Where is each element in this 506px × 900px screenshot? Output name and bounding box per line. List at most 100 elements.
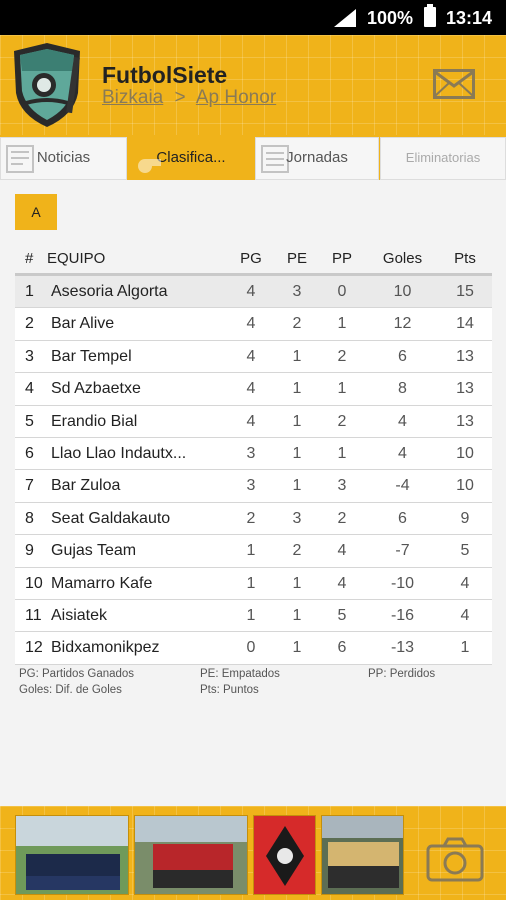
table-row[interactable]: 11 Aisiatek 1 1 5 -16 4 — [15, 599, 492, 633]
team-pp: 5 — [337, 606, 347, 624]
app-header: FutbolSiete Bizkaia > Ap Honor — [0, 35, 506, 135]
breadcrumb-region[interactable]: Bizkaia — [102, 87, 163, 108]
table-row[interactable]: 6 Llao Llao Indautx... 3 1 1 4 10 — [15, 437, 492, 471]
team-pos: 7 — [25, 477, 34, 495]
team-goles: 10 — [393, 283, 412, 300]
team-goles: 6 — [398, 347, 407, 365]
tab-jornadas-label: Jornadas — [286, 149, 348, 166]
breadcrumb-league[interactable]: Ap Honor — [196, 87, 276, 108]
team-pos: 5 — [25, 412, 34, 430]
team-pp: 2 — [337, 412, 347, 430]
table-row[interactable]: 12 Bidxamonikpez 0 1 6 -13 1 — [15, 632, 492, 665]
team-pe: 2 — [292, 542, 302, 560]
team-logo-photo[interactable] — [253, 815, 316, 895]
team-pts: 4 — [460, 606, 470, 624]
team-pe: 2 — [292, 315, 302, 333]
group-a-button[interactable]: A — [15, 194, 57, 230]
team-name: Aisiatek — [51, 606, 108, 624]
team-pg: 1 — [246, 606, 256, 624]
team-name: Sd Azbaetxe — [51, 380, 141, 398]
team-goles: 8 — [398, 380, 407, 398]
team-pe: 1 — [292, 639, 302, 657]
team-pts: 13 — [456, 347, 474, 365]
tab-clasificacion[interactable]: Clasifica... — [128, 137, 254, 180]
team-pg: 4 — [246, 315, 256, 333]
team-pts: 4 — [460, 574, 470, 592]
team-goles: 6 — [398, 509, 407, 527]
team-pg: 4 — [246, 412, 256, 430]
team-pg: 1 — [246, 542, 256, 560]
team-goles: -10 — [390, 574, 415, 592]
team-pg: 0 — [246, 639, 256, 657]
team-goles: 4 — [398, 412, 407, 430]
table-row[interactable]: 7 Bar Zuloa 3 1 3 -4 10 — [15, 470, 492, 503]
table-row[interactable]: 8 Seat Galdakauto 2 3 2 6 9 — [15, 502, 492, 536]
table-row[interactable]: 5 Erandio Bial 4 1 2 4 13 — [15, 405, 492, 438]
tab-eliminatorias[interactable]: Eliminatorias — [380, 137, 506, 180]
table-header: # EQUIPO PG PE PP Goles Pts — [15, 243, 492, 276]
team-pp: 3 — [337, 477, 347, 495]
header-goles: Goles — [382, 250, 423, 267]
team-photo-3[interactable] — [321, 815, 404, 895]
team-pg: 2 — [246, 509, 256, 527]
team-name: Seat Galdakauto — [51, 509, 171, 527]
team-pts: 9 — [460, 509, 470, 527]
team-pe: 1 — [292, 412, 302, 430]
tab-noticias[interactable]: Noticias — [0, 137, 127, 180]
table-row[interactable]: 4 Sd Azbaetxe 4 1 1 8 13 — [15, 373, 492, 406]
envelope-icon[interactable] — [433, 69, 475, 99]
team-pp: 1 — [337, 380, 347, 398]
team-goles: 4 — [398, 444, 407, 462]
team-pp: 1 — [337, 444, 347, 462]
team-goles: -13 — [390, 639, 415, 657]
team-name: Bar Zuloa — [51, 477, 121, 495]
team-goles: -4 — [395, 477, 410, 495]
tab-jornadas[interactable]: Jornadas — [255, 137, 379, 180]
table-row[interactable]: 2 Bar Alive 4 2 1 12 14 — [15, 308, 492, 341]
team-pts: 13 — [456, 380, 474, 398]
team-goles: -7 — [395, 542, 410, 560]
team-name: Bar Tempel — [51, 347, 132, 365]
team-pe: 1 — [292, 477, 302, 495]
team-pe: 1 — [292, 380, 302, 398]
team-pe: 1 — [292, 606, 302, 624]
team-pts: 10 — [456, 477, 474, 495]
team-pos: 12 — [25, 639, 43, 657]
team-pos: 4 — [25, 380, 34, 398]
table-row[interactable]: 10 Mamarro Kafe 1 1 4 -10 4 — [15, 567, 492, 600]
whistle-icon — [138, 159, 161, 173]
team-photo-2[interactable] — [134, 815, 248, 895]
team-name: Bar Alive — [51, 315, 115, 333]
list-icon — [261, 145, 289, 173]
team-name: Mamarro Kafe — [51, 574, 153, 592]
team-pp: 0 — [337, 283, 347, 300]
team-name: Asesoria Algorta — [51, 283, 168, 300]
team-pos: 10 — [25, 574, 43, 592]
team-pts: 15 — [456, 283, 474, 300]
team-photo-1[interactable] — [15, 815, 129, 895]
legend-pg: PG: Partidos Ganados — [19, 668, 135, 680]
table-row[interactable]: 1 Asesoria Algorta 4 3 0 10 15 — [15, 276, 492, 309]
breadcrumb: Bizkaia > Ap Honor — [102, 87, 276, 109]
team-pts: 13 — [456, 412, 474, 430]
app-title: FutbolSiete — [102, 62, 228, 88]
team-pe: 1 — [292, 347, 302, 365]
club-crest-logo — [14, 43, 80, 127]
table-row[interactable]: 3 Bar Tempel 4 1 2 6 13 — [15, 340, 492, 374]
team-pts: 10 — [456, 444, 474, 462]
team-pts: 14 — [456, 315, 474, 333]
tab-clasificacion-label: Clasifica... — [156, 149, 226, 166]
team-pts: 5 — [460, 542, 470, 560]
tab-eliminatorias-label: Eliminatorias — [405, 150, 481, 165]
camera-icon[interactable] — [426, 836, 484, 882]
header-pg: PG — [240, 250, 262, 267]
header-pts: Pts — [454, 250, 476, 267]
newspaper-icon — [6, 145, 34, 173]
team-pg: 4 — [246, 380, 256, 398]
team-goles: 12 — [393, 315, 412, 333]
battery-icon — [424, 4, 436, 27]
table-row[interactable]: 9 Gujas Team 1 2 4 -7 5 — [15, 535, 492, 568]
team-goles: -16 — [390, 606, 415, 624]
table-body: 1 Asesoria Algorta 4 3 0 10 15 2 Bar Alive 4 2 1 12 1… — [15, 276, 492, 665]
header-pp: PP — [331, 250, 352, 267]
